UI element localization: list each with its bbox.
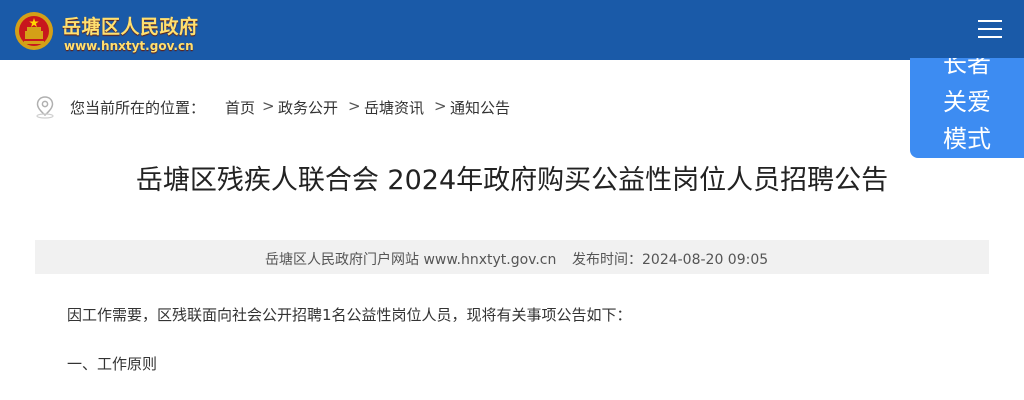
article-section-heading: 一、工作原则 bbox=[67, 355, 158, 373]
menu-line bbox=[978, 28, 1002, 30]
site-name[interactable]: 岳塘区人民政府 bbox=[62, 12, 199, 39]
hamburger-menu-icon[interactable] bbox=[976, 17, 1006, 43]
elder-mode-label: 长者 bbox=[943, 58, 991, 78]
article-title: 岳塘区残疾人联合会 2024年政府购买公益性岗位人员招聘公告 bbox=[135, 165, 889, 196]
elder-care-mode-button[interactable]: 长者 关爱 模式 bbox=[910, 58, 1024, 158]
breadcrumb-yuetang-news[interactable]: 岳塘资讯 bbox=[364, 97, 424, 118]
site-header: 岳塘区人民政府 www.hnxtyt.gov.cn bbox=[0, 0, 1024, 60]
breadcrumb-separator: > bbox=[348, 97, 361, 115]
article-meta-bar: 岳塘区人民政府门户网站 www.hnxtyt.gov.cn 发布时间：2024-… bbox=[35, 240, 989, 274]
menu-line bbox=[978, 36, 1002, 38]
publish-time: 发布时间：2024-08-20 09:05 bbox=[572, 249, 768, 269]
breadcrumb-home[interactable]: 首页 bbox=[225, 97, 255, 118]
elder-mode-label: 模式 bbox=[943, 125, 991, 153]
breadcrumb-lead: 您当前所在的位置： bbox=[70, 99, 206, 117]
article-source: 岳塘区人民政府门户网站 www.hnxtyt.gov.cn bbox=[265, 252, 557, 268]
site-url[interactable]: www.hnxtyt.gov.cn bbox=[64, 39, 194, 53]
breadcrumb-government-affairs[interactable]: 政务公开 bbox=[278, 97, 338, 118]
elder-mode-label: 关爱 bbox=[943, 88, 991, 116]
menu-line bbox=[978, 20, 1002, 22]
breadcrumb-separator: > bbox=[262, 97, 275, 115]
national-emblem-icon[interactable] bbox=[14, 11, 54, 51]
location-pin-icon bbox=[36, 96, 54, 119]
breadcrumb-notices[interactable]: 通知公告 bbox=[450, 97, 510, 118]
publish-time-value: 2024-08-20 09:05 bbox=[642, 252, 769, 268]
article-paragraph: 因工作需要，区残联面向社会公开招聘1名公益性岗位人员，现将有关事项公告如下： bbox=[67, 306, 632, 324]
publish-label: 发布时间： bbox=[572, 252, 642, 268]
breadcrumb-separator: > bbox=[434, 97, 447, 115]
